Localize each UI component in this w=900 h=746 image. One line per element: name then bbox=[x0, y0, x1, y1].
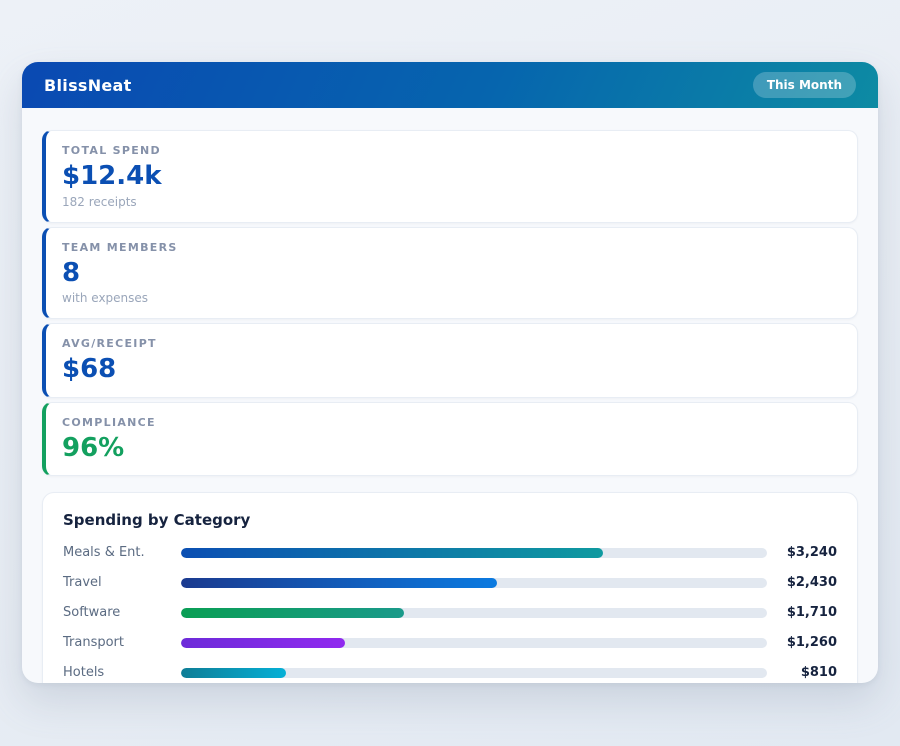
stat-card: TOTAL SPEND $12.4k 182 receipts bbox=[42, 130, 858, 223]
category-bar-track bbox=[181, 578, 767, 588]
category-bar-fill bbox=[181, 578, 497, 588]
stat-label: TEAM MEMBERS bbox=[62, 241, 839, 254]
category-value: $3,240 bbox=[767, 545, 837, 560]
category-label: Transport bbox=[63, 635, 181, 650]
category-bar-fill bbox=[181, 638, 345, 648]
stat-card: COMPLIANCE 96% bbox=[42, 402, 858, 477]
stat-label: COMPLIANCE bbox=[62, 416, 839, 429]
stat-value: 8 bbox=[62, 259, 839, 288]
chart-row: Software $1,710 bbox=[63, 605, 837, 620]
dashboard-panel: BlissNeat This Month TOTAL SPEND $12.4k … bbox=[22, 62, 878, 683]
category-value: $1,260 bbox=[767, 635, 837, 650]
category-bar-track bbox=[181, 548, 767, 558]
category-value: $810 bbox=[767, 665, 837, 680]
category-label: Software bbox=[63, 605, 181, 620]
category-value: $2,430 bbox=[767, 575, 837, 590]
period-filter-badge[interactable]: This Month bbox=[753, 72, 856, 98]
chart-title: Spending by Category bbox=[63, 511, 837, 529]
category-value: $1,710 bbox=[767, 605, 837, 620]
stat-sub: with expenses bbox=[62, 291, 839, 305]
stat-sub: 182 receipts bbox=[62, 195, 839, 209]
stat-label: TOTAL SPEND bbox=[62, 144, 839, 157]
category-label: Meals & Ent. bbox=[63, 545, 181, 560]
category-label: Hotels bbox=[63, 665, 181, 680]
chart-row: Hotels $810 bbox=[63, 665, 837, 680]
chart-row: Travel $2,430 bbox=[63, 575, 837, 590]
category-bar-fill bbox=[181, 548, 603, 558]
category-bar-track bbox=[181, 638, 767, 648]
category-bar-fill bbox=[181, 668, 286, 678]
category-bar-track bbox=[181, 668, 767, 678]
chart-row: Transport $1,260 bbox=[63, 635, 837, 650]
chart-row: Meals & Ent. $3,240 bbox=[63, 545, 837, 560]
stat-value: $12.4k bbox=[62, 162, 839, 191]
app-header: BlissNeat This Month bbox=[22, 62, 878, 108]
stat-value: 96% bbox=[62, 434, 839, 463]
category-bar-track bbox=[181, 608, 767, 618]
stat-label: AVG/RECEIPT bbox=[62, 337, 839, 350]
stat-card: AVG/RECEIPT $68 bbox=[42, 323, 858, 398]
stat-card: TEAM MEMBERS 8 with expenses bbox=[42, 227, 858, 320]
spending-chart-card: Spending by Category Meals & Ent. $3,240… bbox=[42, 492, 858, 683]
app-title: BlissNeat bbox=[44, 76, 132, 95]
category-bar-fill bbox=[181, 608, 404, 618]
dashboard-content: TOTAL SPEND $12.4k 182 receipts TEAM MEM… bbox=[22, 108, 878, 683]
category-label: Travel bbox=[63, 575, 181, 590]
stat-value: $68 bbox=[62, 355, 839, 384]
